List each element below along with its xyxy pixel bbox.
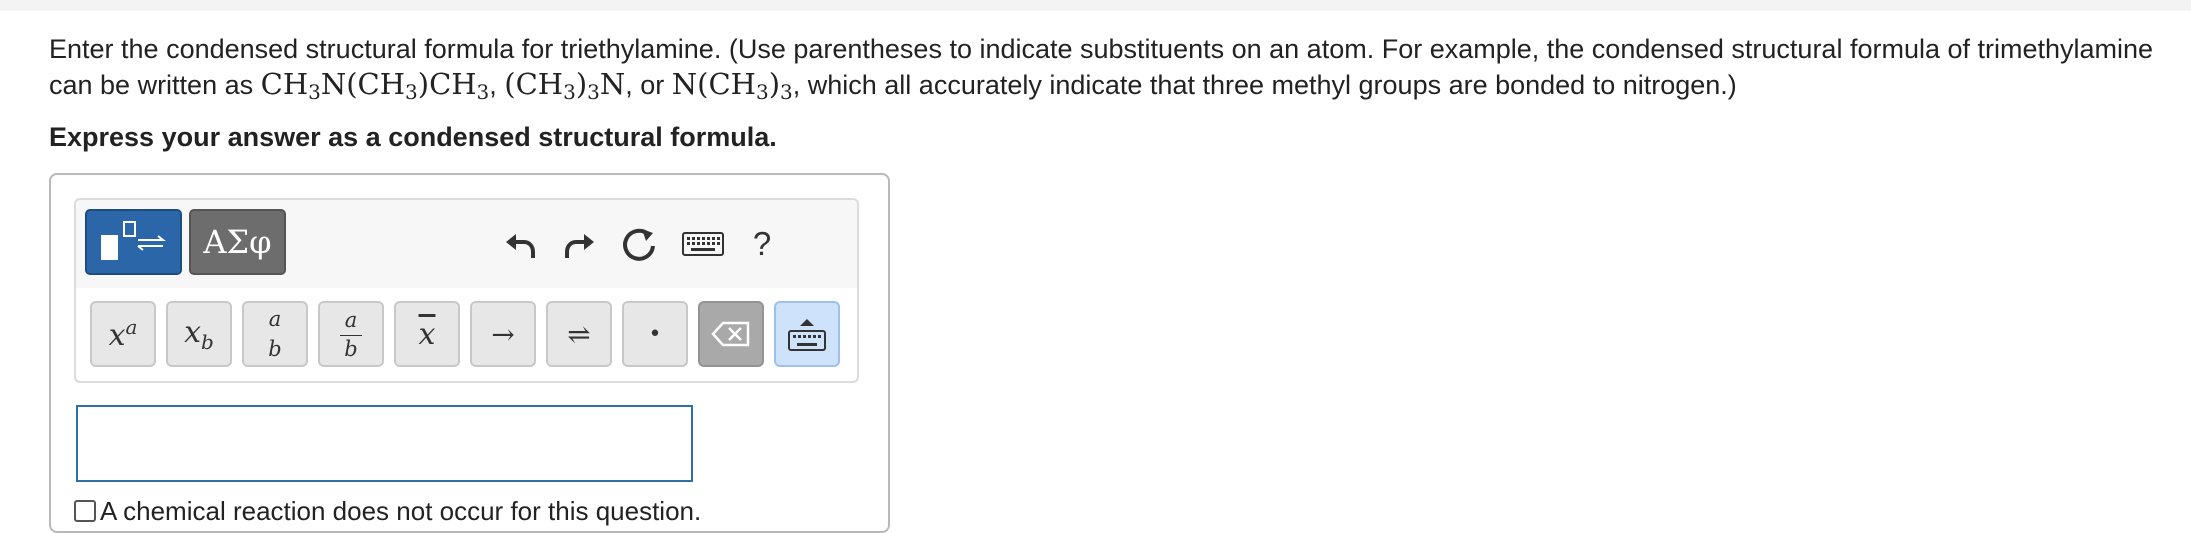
equilibrium-icon: ⇌ — [567, 317, 591, 351]
example-formula-1: CH3N(CH3)CH3 — [260, 67, 490, 104]
templates-button[interactable] — [85, 209, 182, 275]
dot-key[interactable]: • — [622, 301, 688, 367]
keyboard-icon — [682, 232, 724, 256]
answer-instruction: Express your answer as a condensed struc… — [49, 122, 777, 152]
dot-icon: • — [648, 321, 662, 347]
equilibrium-arrow-key[interactable]: ⇌ — [546, 301, 612, 367]
undo-button[interactable] — [494, 218, 546, 270]
arrow-right-icon: → — [491, 317, 515, 351]
superscript-key[interactable]: xa — [90, 301, 156, 367]
toggle-keyboard-key[interactable] — [774, 301, 840, 367]
toolbar-key-row: xa xb a b a b x → ⇌ • — [76, 288, 857, 381]
undo-icon — [506, 234, 535, 258]
subscript-icon: xb — [184, 314, 214, 354]
top-bar — [0, 0, 2191, 11]
fraction-key[interactable]: a b — [242, 301, 308, 367]
no-reaction-checkbox[interactable] — [74, 500, 96, 522]
question-prompt: Enter the condensed structural formula f… — [49, 32, 2179, 103]
superscript-icon: xa — [108, 315, 138, 353]
redo-icon — [565, 234, 594, 258]
fraction-bar-icon: a b — [340, 309, 362, 360]
redo-button[interactable] — [554, 218, 606, 270]
question-text-3: , or — [625, 70, 672, 100]
reset-icon — [623, 228, 655, 261]
keyboard-toggle-icon — [788, 319, 826, 351]
reaction-arrow-key[interactable]: → — [470, 301, 536, 367]
templates-icon — [101, 221, 166, 260]
question-text-4: , which all accurately indicate that thr… — [792, 70, 1737, 100]
overline-icon: x — [418, 316, 436, 352]
no-reaction-label: A chemical reaction does not occur for t… — [100, 495, 702, 526]
backspace-icon — [711, 321, 750, 347]
example-formula-3: N(CH3)3 — [671, 67, 793, 104]
fraction-bar-key[interactable]: a b — [318, 301, 384, 367]
backspace-key[interactable] — [698, 301, 764, 367]
example-formula-2: (CH3)3N — [504, 67, 626, 104]
answer-input[interactable] — [76, 405, 693, 482]
fraction-icon: a b — [268, 307, 282, 361]
answer-panel: ΑΣφ ? xa xb a b a b x → ⇌ • A chemical r… — [49, 173, 890, 533]
overline-key[interactable]: x — [394, 301, 460, 367]
question-text-2: , — [489, 70, 505, 100]
keyboard-shortcuts-button[interactable] — [677, 218, 729, 270]
toolbar-top-row: ΑΣφ ? — [76, 200, 857, 288]
math-toolbar: ΑΣφ ? xa xb a b a b x → ⇌ • — [74, 198, 859, 383]
subscript-key[interactable]: xb — [166, 301, 232, 367]
help-button[interactable]: ? — [736, 218, 788, 270]
greek-symbols-button[interactable]: ΑΣφ — [189, 209, 286, 275]
reset-button[interactable] — [614, 218, 666, 270]
